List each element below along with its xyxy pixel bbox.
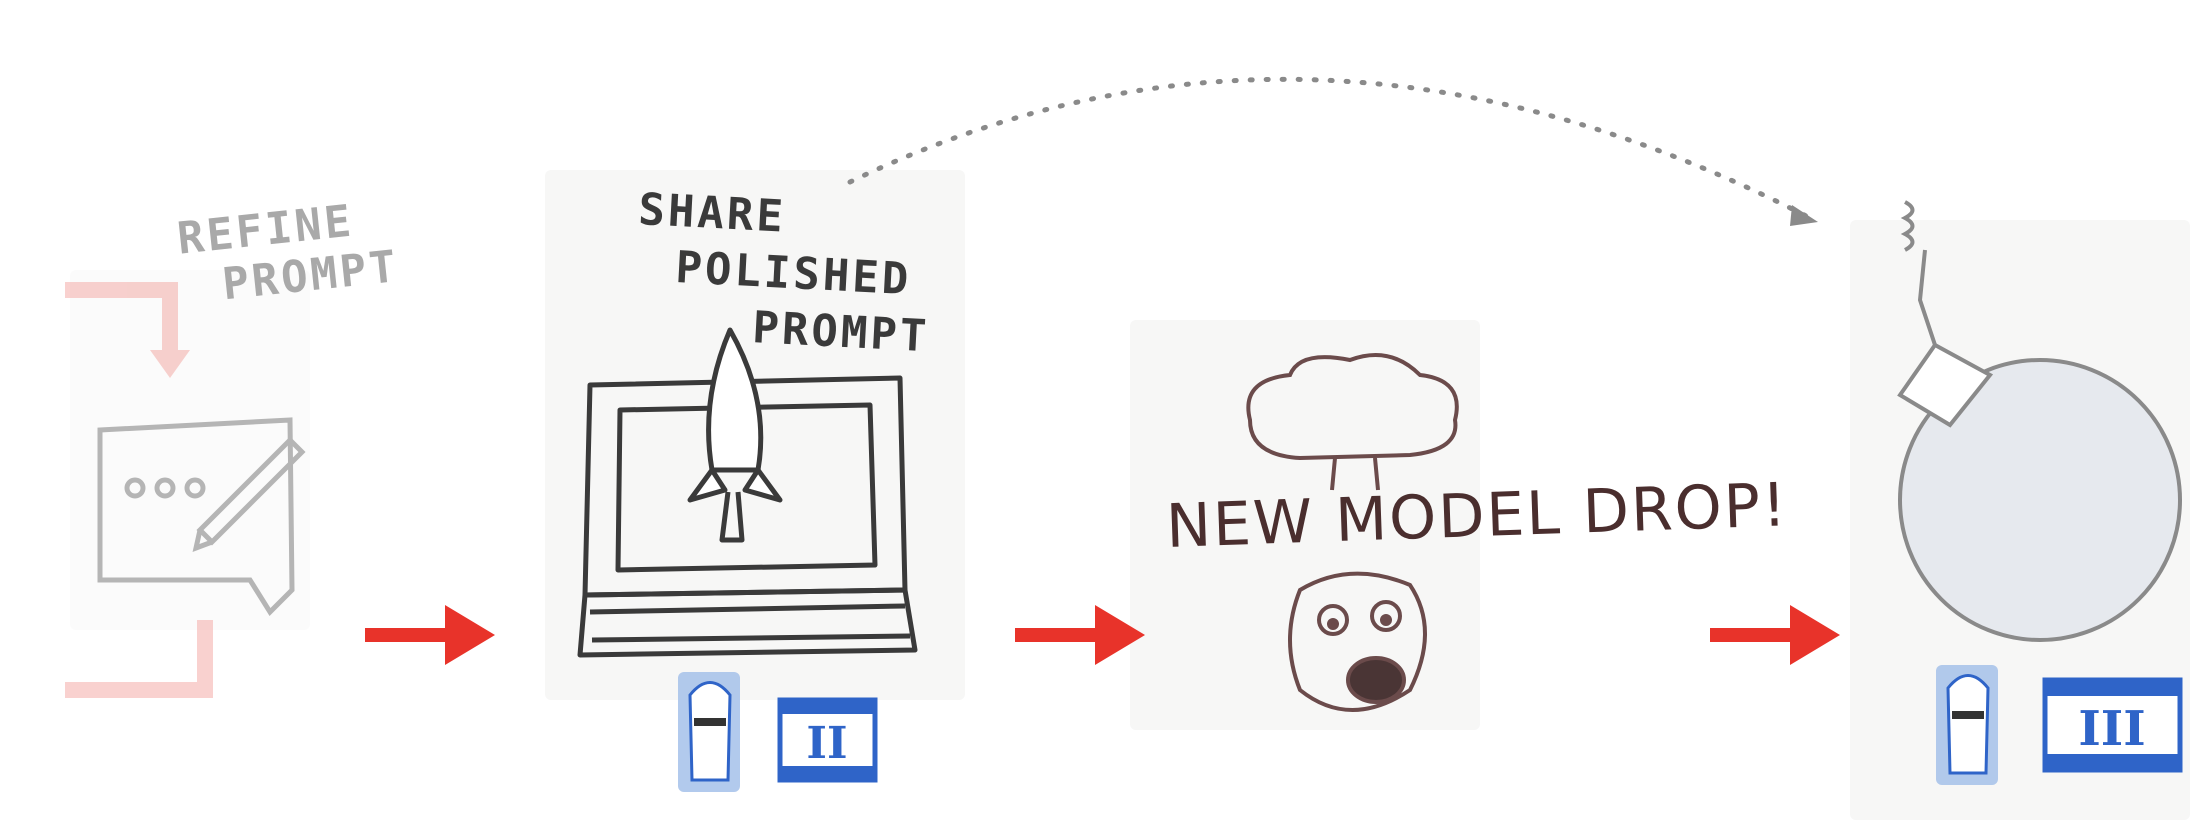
dotted-arc-arrow (847, 76, 1813, 221)
share-label-line3: PROMPT (751, 302, 931, 363)
workflow-diagram: II III REFINE PROMPT SHARE POLISHED PROM… (0, 0, 2190, 833)
arrow-3 (1710, 605, 1840, 665)
badge-iii-label: III (2078, 701, 2145, 757)
mushroom-cloud-icon (1246, 353, 1459, 491)
llama-icon-2 (1936, 665, 1998, 785)
rocket-icon (687, 327, 783, 543)
chat-bubble-icon (97, 417, 295, 616)
arrow-1 (365, 605, 495, 665)
badge-ii-label: II (806, 718, 847, 769)
llama-icon-1 (678, 672, 740, 792)
dotted-arc-arrowhead (1790, 205, 1818, 226)
share-prompt-label: SHARE POLISHED PROMPT (631, 182, 936, 365)
bomb-icon (1897, 200, 2182, 642)
arrow-2 (1015, 605, 1145, 665)
refine-loop-arrows (65, 282, 213, 698)
pencil-icon (192, 436, 306, 552)
surprised-face-icon (1288, 571, 1427, 712)
sketch-layer: II III (65, 76, 2183, 792)
